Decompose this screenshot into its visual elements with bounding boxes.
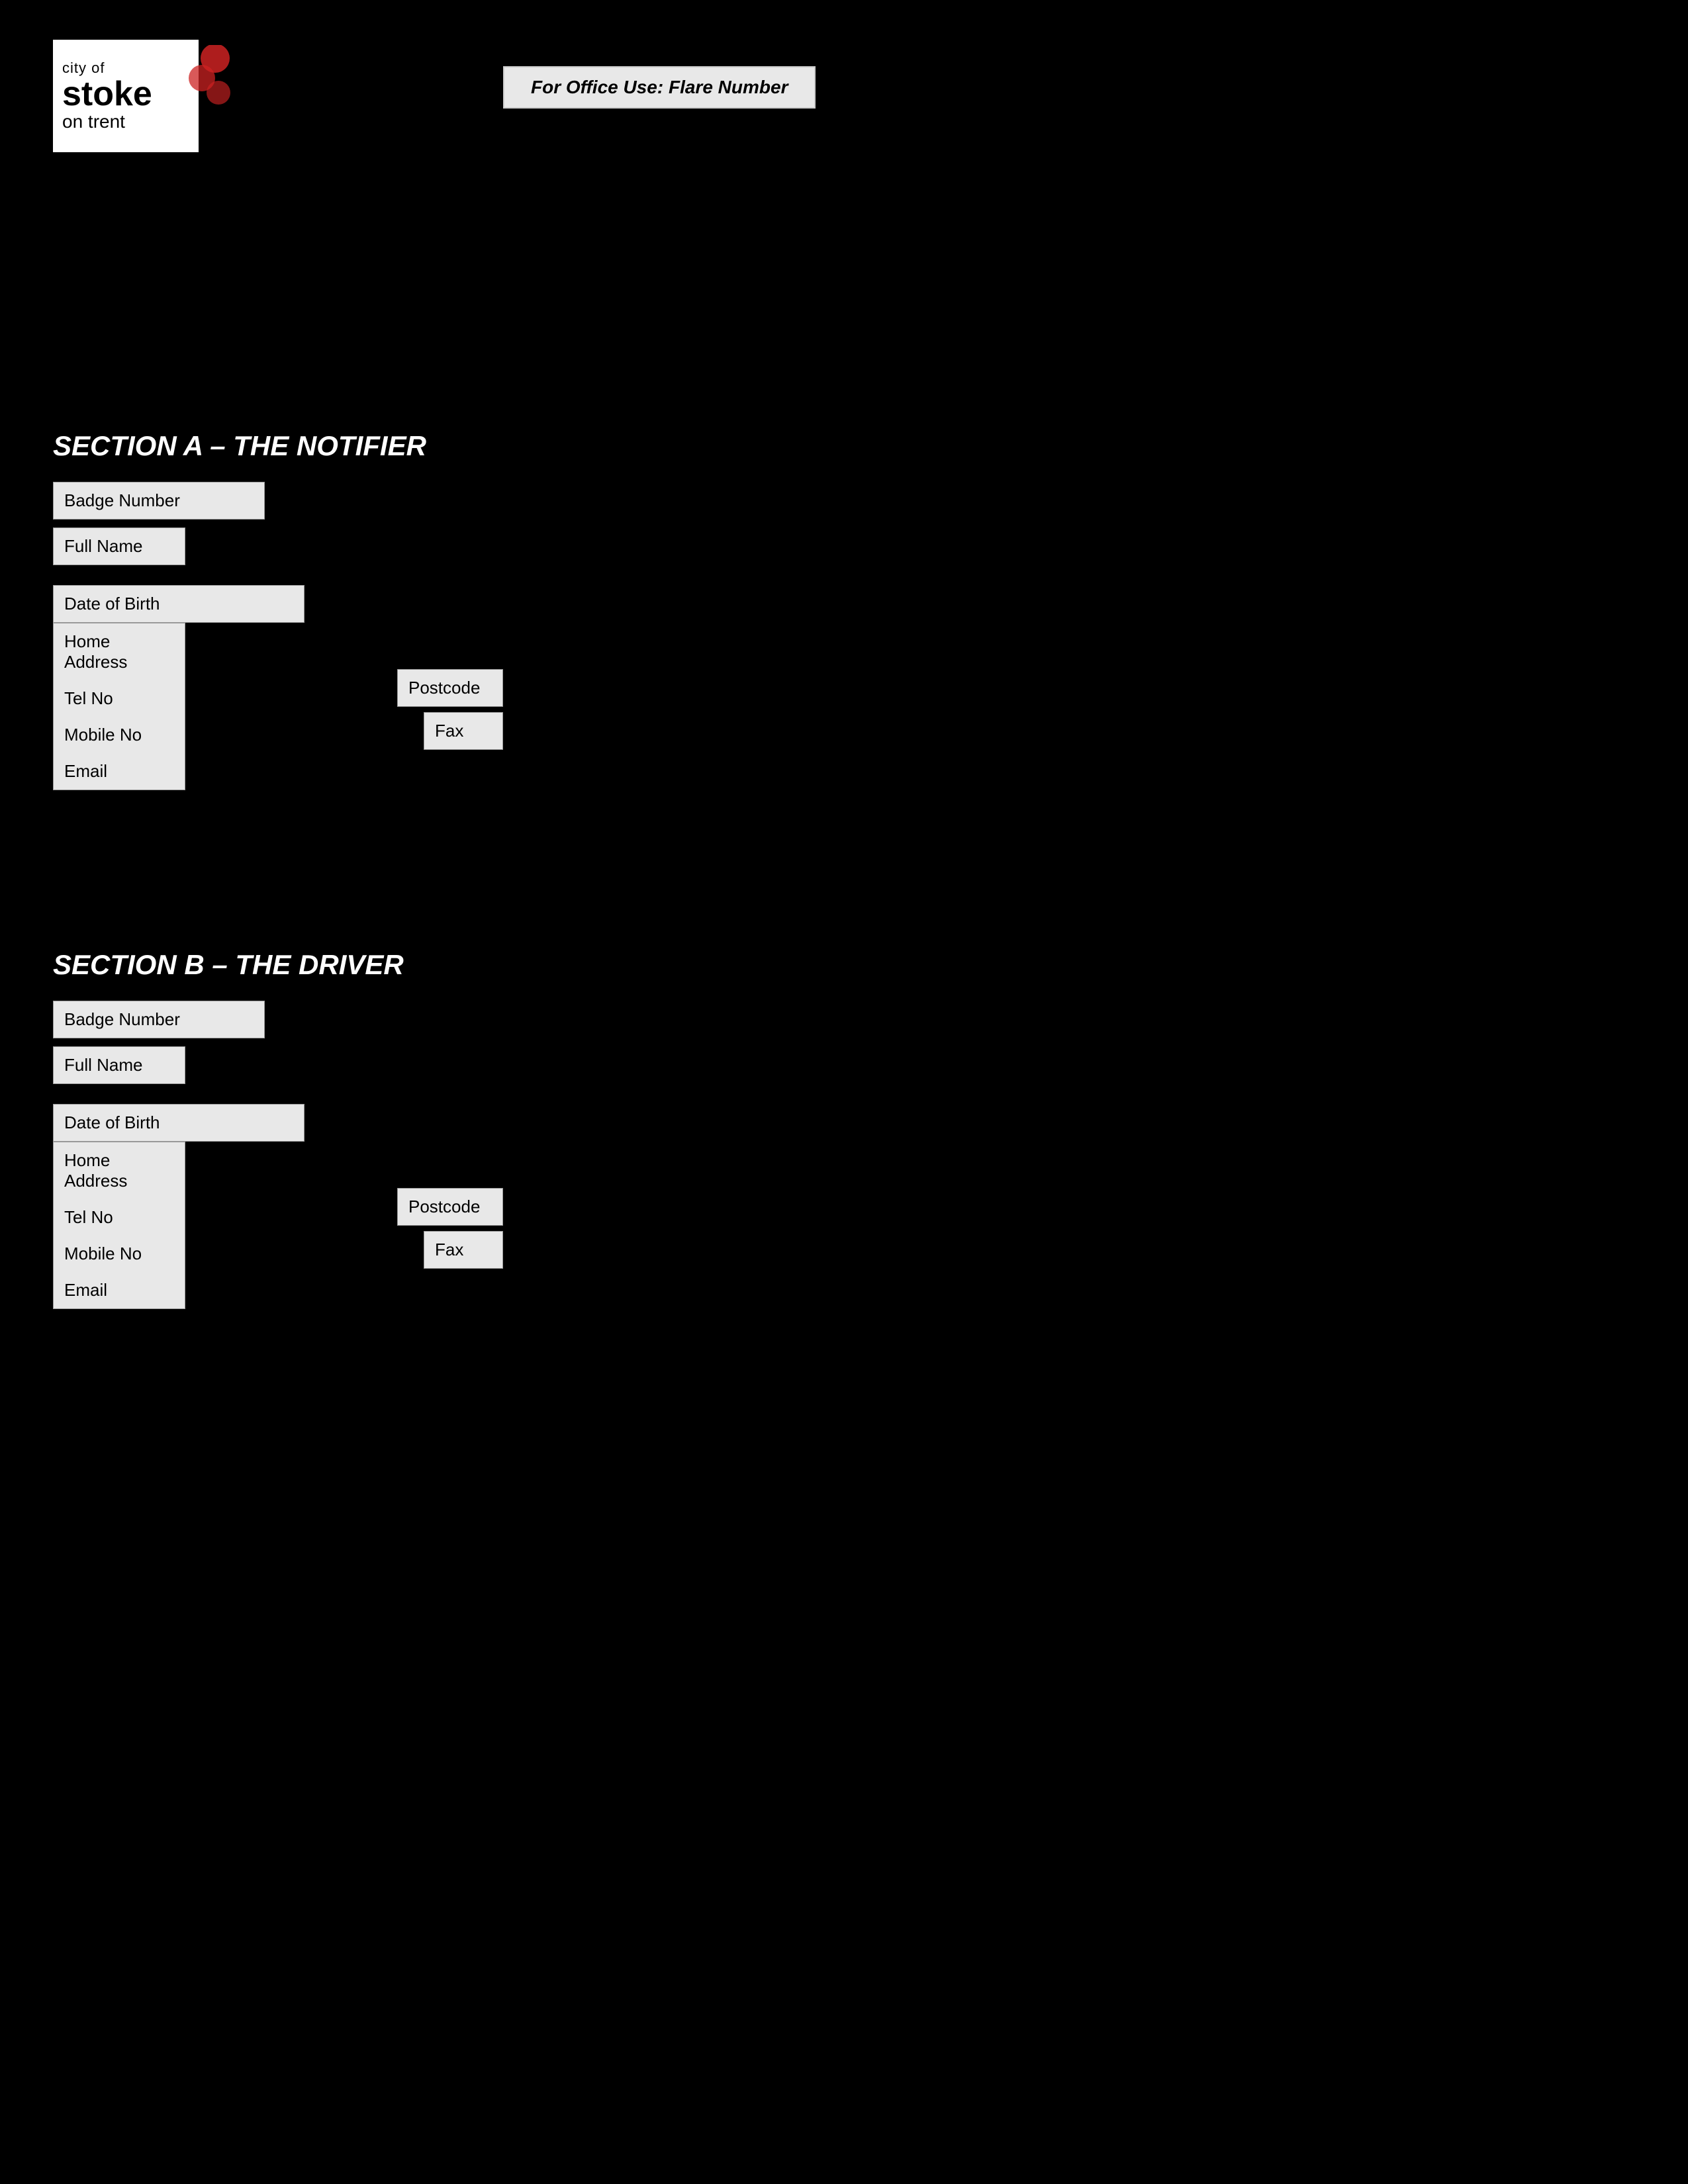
section-b-email-label: Email <box>64 1280 107 1300</box>
section-a-fax-label: Fax <box>435 721 463 741</box>
section-a-mobile-field[interactable]: Mobile No <box>53 717 185 753</box>
section-a-title: SECTION A – THE NOTIFIER <box>53 430 1635 462</box>
section-a-dob-row: Date of Birth <box>53 585 1635 623</box>
section-a-full-name-label: Full Name <box>64 536 142 556</box>
section-b-tel-field[interactable]: Tel No <box>53 1199 185 1236</box>
section-b-mobile-field[interactable]: Mobile No <box>53 1236 185 1272</box>
section-b-home-address-field[interactable]: HomeAddress <box>53 1142 185 1199</box>
section-b-badge-number-field[interactable]: Badge Number <box>53 1001 265 1038</box>
section-a-dob-label: Date of Birth <box>64 594 160 614</box>
logo-on-trent-text: on trent <box>62 111 125 132</box>
section-a-dob-field[interactable]: Date of Birth <box>53 585 305 623</box>
section-b: SECTION B – THE DRIVER Badge Number Full… <box>0 949 1688 1309</box>
section-a-email-field[interactable]: Email <box>53 753 185 790</box>
section-b-postcode-field[interactable]: Postcode <box>397 1188 503 1226</box>
logo-stoke-text: stoke <box>62 77 152 111</box>
office-use-label: For Office Use: Flare Number <box>531 77 788 97</box>
section-a-postcode-field[interactable]: Postcode <box>397 669 503 707</box>
section-b-fax-label: Fax <box>435 1240 463 1259</box>
section-a-right-fields: Postcode Fax <box>397 669 503 750</box>
section-b-dob-field[interactable]: Date of Birth <box>53 1104 305 1142</box>
logo-circles-icon <box>175 45 235 118</box>
section-a: SECTION A – THE NOTIFIER Badge Number Fu… <box>0 430 1688 790</box>
section-b-title: SECTION B – THE DRIVER <box>53 949 1635 981</box>
section-b-right-fields: Postcode Fax <box>397 1188 503 1269</box>
section-b-fax-field[interactable]: Fax <box>424 1231 503 1269</box>
section-b-full-name-label: Full Name <box>64 1055 142 1075</box>
section-b-home-address-label: HomeAddress <box>64 1150 127 1191</box>
section-b-badge-number-label: Badge Number <box>64 1009 180 1029</box>
section-a-tel-field[interactable]: Tel No <box>53 680 185 717</box>
section-b-left-fields: HomeAddress Tel No Mobile No Email <box>53 1142 185 1309</box>
spacer-top <box>0 179 1688 404</box>
section-a-left-fields: HomeAddress Tel No Mobile No Email <box>53 623 185 790</box>
section-a-home-address-field[interactable]: HomeAddress <box>53 623 185 680</box>
page: city of stoke on trent For Office Use: F… <box>0 0 1688 2184</box>
section-a-home-address-label: HomeAddress <box>64 631 127 672</box>
section-a-tel-label: Tel No <box>64 688 113 708</box>
section-b-tel-label: Tel No <box>64 1207 113 1227</box>
header: city of stoke on trent For Office Use: F… <box>0 0 1688 179</box>
section-a-badge-number-field[interactable]: Badge Number <box>53 482 265 520</box>
logo: city of stoke on trent <box>53 40 199 152</box>
inter-section-spacer <box>0 843 1688 923</box>
office-use-box: For Office Use: Flare Number <box>503 66 816 109</box>
section-a-address-block: HomeAddress Tel No Mobile No Email Postc… <box>53 623 1635 790</box>
section-a-postcode-label: Postcode <box>408 678 480 698</box>
section-b-mobile-label: Mobile No <box>64 1244 142 1263</box>
section-a-fax-field[interactable]: Fax <box>424 712 503 750</box>
section-b-postcode-label: Postcode <box>408 1197 480 1216</box>
section-b-full-name-field[interactable]: Full Name <box>53 1046 185 1084</box>
section-b-address-block: HomeAddress Tel No Mobile No Email Postc… <box>53 1142 1635 1309</box>
section-b-dob-row: Date of Birth <box>53 1104 1635 1142</box>
section-a-full-name-field[interactable]: Full Name <box>53 527 185 565</box>
section-b-dob-label: Date of Birth <box>64 1113 160 1132</box>
section-a-mobile-label: Mobile No <box>64 725 142 745</box>
section-a-badge-number-label: Badge Number <box>64 490 180 510</box>
section-b-email-field[interactable]: Email <box>53 1272 185 1309</box>
section-a-email-label: Email <box>64 761 107 781</box>
